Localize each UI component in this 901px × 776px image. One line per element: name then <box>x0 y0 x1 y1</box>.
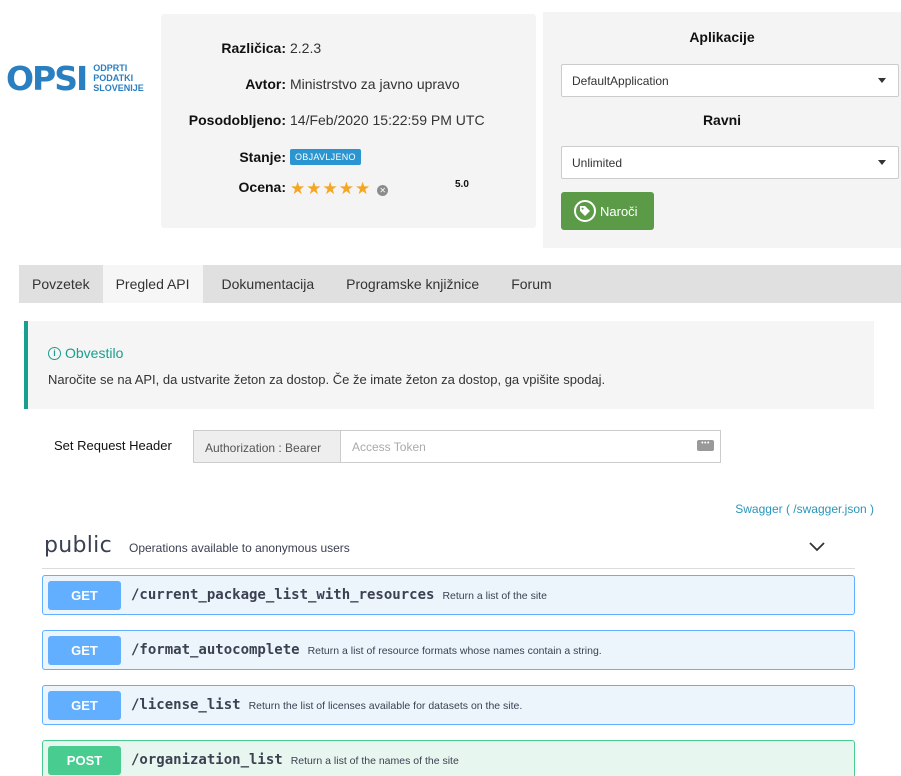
notice-box: i Obvestilo Naročite se na API, da ustva… <box>24 321 874 409</box>
tier-select-value: Unlimited <box>572 156 623 170</box>
operation-row[interactable]: GET /format_autocomplete Return a list of… <box>42 630 855 670</box>
operations-section-header[interactable]: public Operations available to anonymous… <box>42 532 855 569</box>
rating-row: Ocena: ★★★★★ ✕ 5.0 <box>161 179 536 199</box>
tab-forum[interactable]: Forum <box>498 265 564 303</box>
info-icon: i <box>48 346 61 360</box>
updated-row: Posodobljeno: 14/Feb/2020 15:22:59 PM UT… <box>161 112 536 132</box>
tiers-title: Ravni <box>702 112 742 128</box>
updated-label: Posodobljeno: <box>188 112 286 128</box>
version-value: 2.2.3 <box>290 40 322 56</box>
keyboard-icon: ••• <box>697 440 714 451</box>
caret-down-icon <box>878 160 886 165</box>
author-row: Avtor: Ministrstvo za javno upravo <box>161 76 536 96</box>
operation-path: /organization_list Return a list of the n… <box>131 752 459 768</box>
subscribe-button[interactable]: Naroči <box>561 192 654 230</box>
request-header-label: Set Request Header <box>54 438 172 453</box>
applications-title: Aplikacije <box>689 29 755 45</box>
rating-stars[interactable]: ★★★★★ <box>290 179 371 198</box>
method-badge: GET <box>48 691 121 720</box>
logo-line: ODPRTI <box>93 63 128 73</box>
logo-mark: OPSI <box>6 58 88 98</box>
tab-api-console[interactable]: Pregled API <box>102 265 203 303</box>
operation-row[interactable]: GET /license_list Return the list of lice… <box>42 685 855 725</box>
swagger-json-link[interactable]: Swagger ( /swagger.json ) <box>735 502 874 516</box>
logo-line: PODATKI <box>93 73 134 83</box>
author-label: Avtor: <box>245 76 286 92</box>
api-tabs: Povzetek Pregled API Dokumentacija Progr… <box>19 265 901 303</box>
notice-text: Naročite se na API, da ustvarite žeton z… <box>48 372 606 387</box>
version-row: Različica: 2.2.3 <box>161 40 536 60</box>
operation-row[interactable]: GET /current_package_list_with_resources… <box>42 575 855 615</box>
notice-title-text: Obvestilo <box>65 345 124 361</box>
method-badge: GET <box>48 636 121 665</box>
operation-row[interactable]: POST /organization_list Return a list of … <box>42 740 855 776</box>
method-badge: GET <box>48 581 121 610</box>
updated-value: 14/Feb/2020 15:22:59 PM UTC <box>290 112 485 128</box>
chevron-down-icon[interactable] <box>808 538 826 556</box>
auth-prefix: Authorization : Bearer <box>193 430 341 463</box>
logo-line: SLOVENIJE <box>93 83 144 93</box>
section-description: Operations available to anonymous users <box>129 541 350 555</box>
access-token-input[interactable] <box>340 430 721 463</box>
section-name: public <box>44 533 112 558</box>
operation-path: /current_package_list_with_resources Retu… <box>131 587 547 603</box>
opsi-logo[interactable]: OPSI ODPRTI PODATKI SLOVENIJE <box>6 56 161 100</box>
application-select[interactable]: DefaultApplication <box>561 64 899 97</box>
rating-value: 5.0 <box>455 179 469 190</box>
operation-summary: Return a list of resource formats whose … <box>307 645 602 657</box>
operation-summary: Return a list of the names of the site <box>290 755 459 767</box>
method-badge: POST <box>48 746 121 775</box>
version-label: Različica: <box>221 40 286 56</box>
logo-text: ODPRTI PODATKI SLOVENIJE <box>93 63 144 93</box>
rating-label: Ocena: <box>238 179 286 195</box>
status-badge: OBJAVLJENO <box>290 149 361 165</box>
caret-down-icon <box>878 78 886 83</box>
status-row: Stanje: OBJAVLJENO <box>161 149 536 169</box>
operation-path: /license_list Return the list of licenses… <box>131 697 523 713</box>
tab-documentation[interactable]: Dokumentacija <box>209 265 328 303</box>
tab-overview[interactable]: Povzetek <box>19 265 103 303</box>
status-label: Stanje: <box>239 149 286 165</box>
tag-icon <box>574 200 596 222</box>
author-value: Ministrstvo za javno upravo <box>290 76 460 92</box>
api-info-card: Različica: 2.2.3 Avtor: Ministrstvo za j… <box>161 14 536 228</box>
subscribe-card: Aplikacije DefaultApplication Ravni Unli… <box>543 12 901 248</box>
tab-sdks[interactable]: Programske knjižnice <box>333 265 492 303</box>
operation-summary: Return a list of the site <box>442 590 547 602</box>
subscribe-button-label: Naroči <box>600 203 638 219</box>
clear-rating-icon[interactable]: ✕ <box>377 185 389 196</box>
operation-summary: Return the list of licenses available fo… <box>248 700 523 712</box>
application-select-value: DefaultApplication <box>572 74 669 88</box>
notice-title: i Obvestilo <box>48 345 123 361</box>
operation-path: /format_autocomplete Return a list of res… <box>131 642 602 658</box>
tier-select[interactable]: Unlimited <box>561 146 899 179</box>
